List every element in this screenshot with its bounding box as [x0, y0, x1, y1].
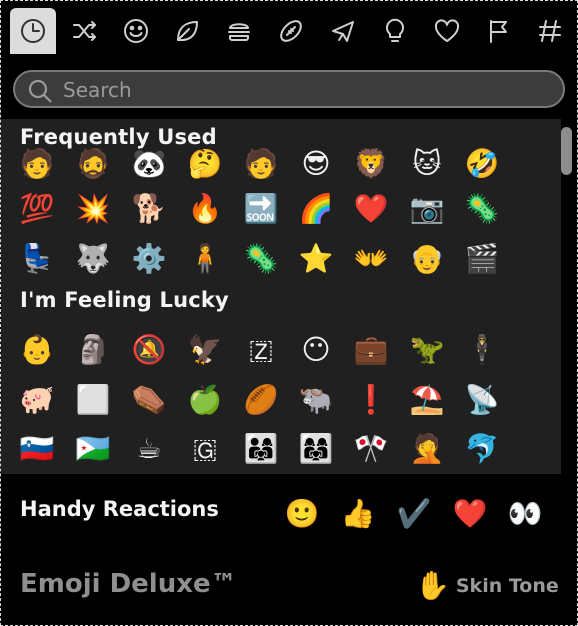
- scrollbar-thumb[interactable]: [561, 127, 572, 175]
- emoji-cat-face[interactable]: 🐱: [410, 147, 444, 181]
- emoji-eagle[interactable]: 🦅: [188, 333, 223, 367]
- brand-name: Emoji Deluxe™: [20, 569, 237, 599]
- emoji-custom-photo[interactable]: 📷: [410, 192, 445, 226]
- emoji-gear-parrot[interactable]: ⚙️: [132, 242, 167, 276]
- emoji-scrabble-g[interactable]: 🇬: [188, 432, 222, 466]
- category-tabs: [1, 1, 577, 59]
- section-title-frequent: Frequently Used: [20, 125, 217, 149]
- emoji-briefcase[interactable]: 💼: [354, 333, 389, 367]
- tab-activity[interactable]: [268, 8, 314, 54]
- emoji-flag-djibouti[interactable]: 🇩🇯: [76, 432, 111, 466]
- emoji-crossed-flags[interactable]: 🎌: [354, 432, 389, 466]
- search-icon: [28, 79, 52, 103]
- tab-flags[interactable]: [476, 8, 522, 54]
- emoji-scrabble-z[interactable]: 🇿: [244, 333, 278, 367]
- tab-travel[interactable]: [320, 8, 366, 54]
- emoji-picker: Frequently Used I'm Feeling Lucky 🧑 🧔 🐼 🤔 🧑 😎…: [0, 0, 578, 626]
- leaf-icon: [177, 21, 198, 42]
- emoji-fire[interactable]: 🔥: [188, 192, 223, 226]
- emoji-custom-man[interactable]: 🧍: [188, 242, 223, 276]
- emoji-water-buffalo[interactable]: 🐃: [299, 383, 334, 417]
- tab-nature[interactable]: [164, 8, 210, 54]
- emoji-panda-face[interactable]: 🐼: [132, 147, 167, 181]
- skin-tone-label: Skin Tone: [455, 574, 559, 597]
- emoji-soon-arrow[interactable]: 🔜: [244, 192, 279, 226]
- emoji-man-in-suit[interactable]: 🕴️: [465, 333, 500, 367]
- emoji-hundred-points[interactable]: 💯: [20, 192, 55, 226]
- emoji-boom-sticker[interactable]: 💥: [76, 192, 111, 226]
- emoji-pig[interactable]: 🐖: [20, 383, 55, 417]
- emoji-t-rex[interactable]: 🦖: [410, 333, 445, 367]
- emoji-exclamation-mark[interactable]: ❗: [354, 383, 389, 417]
- emoji-custom-sparkle[interactable]: 🌈: [299, 192, 334, 226]
- emoji-baby-face[interactable]: 👶: [20, 333, 55, 367]
- emoji-sign-language[interactable]: 👐: [354, 242, 389, 276]
- heart-icon: [434, 19, 460, 42]
- emoji-coffin[interactable]: ⚰️: [132, 383, 167, 417]
- emoji-facepalm-person[interactable]: 🤦: [410, 432, 445, 466]
- emoji-custom-face-4[interactable]: 😎: [299, 147, 333, 181]
- clock-icon: [21, 19, 45, 43]
- emoji-dolphin[interactable]: 🐬: [465, 432, 500, 466]
- emoji-custom-face-3[interactable]: 🧑: [244, 147, 279, 181]
- emoji-red-heart[interactable]: ❤️: [354, 192, 389, 226]
- airplane-icon: [332, 21, 354, 42]
- section-title-lucky: I'm Feeling Lucky: [20, 288, 229, 312]
- reaction-check-mark[interactable]: ✔️: [396, 495, 432, 531]
- emoji-beach-umbrella[interactable]: ⛱️: [410, 383, 445, 417]
- tab-objects[interactable]: [372, 8, 418, 54]
- shuffle-icon: [73, 21, 96, 41]
- tab-custom[interactable]: [527, 8, 573, 54]
- emoji-green-apple[interactable]: 🍏: [188, 383, 223, 417]
- emoji-rugby-ball[interactable]: 🏉: [244, 383, 279, 417]
- flag-icon: [490, 20, 507, 43]
- tab-recent[interactable]: [10, 8, 56, 54]
- reaction-red-heart[interactable]: ❤️: [452, 495, 488, 531]
- reaction-thumbs-up[interactable]: 👍: [340, 495, 376, 531]
- emoji-custom-face-5[interactable]: 🦁: [354, 147, 389, 181]
- emoji-blue-chair[interactable]: 💺: [20, 242, 55, 276]
- raised-hand-icon: ✋: [415, 569, 450, 602]
- skin-tone-button[interactable]: ✋ Skin Tone: [415, 569, 559, 602]
- emoji-custom-dog[interactable]: 🐕: [132, 192, 167, 226]
- footer-area: Handy Reactions 🙂 👍 ✔️ ❤️ 👀 Emoji Deluxe™ ✋ …: [1, 479, 577, 625]
- emoji-rolling-laughing-face[interactable]: 🤣: [465, 147, 500, 181]
- emoji-family-women[interactable]: 👩‍👩‍👧: [299, 432, 334, 466]
- burger-icon: [228, 23, 250, 41]
- smiley-icon: [124, 19, 148, 43]
- emoji-custom-face-6[interactable]: 👴: [410, 242, 445, 276]
- emoji-custom-face-2[interactable]: 🧔: [76, 147, 111, 181]
- emoji-patrick-star[interactable]: ⭐: [299, 242, 334, 276]
- emoji-custom-face-1[interactable]: 🧑: [20, 147, 55, 181]
- tab-smileys[interactable]: [113, 8, 159, 54]
- emoji-moai-figure[interactable]: 🗿: [76, 333, 111, 367]
- scrollbar-track[interactable]: [561, 123, 573, 473]
- search-bar: [13, 70, 565, 108]
- emoji-list: Frequently Used I'm Feeling Lucky 🧑 🧔 🐼 🤔 🧑 😎…: [1, 119, 561, 474]
- emoji-white-square[interactable]: ⬜: [76, 383, 111, 417]
- emoji-custom-meeting[interactable]: 🎬: [465, 242, 500, 276]
- emoji-party-blob[interactable]: 🦠: [465, 192, 500, 226]
- emoji-custom-dog-face[interactable]: 🐺: [76, 242, 111, 276]
- emoji-party-blob[interactable]: 🦠: [244, 242, 279, 276]
- emoji-dreadlocks-face[interactable]: 😶: [299, 333, 333, 367]
- reaction-slightly-smiling-face[interactable]: 🙂: [284, 495, 320, 531]
- tab-food[interactable]: [216, 8, 262, 54]
- reaction-eyes[interactable]: 👀: [507, 495, 543, 531]
- emoji-thinking-face[interactable]: 🤔: [188, 147, 223, 181]
- emoji-no-bell[interactable]: 🔕: [132, 333, 167, 367]
- football-icon: [280, 20, 302, 42]
- tab-shuffle[interactable]: [62, 8, 108, 54]
- lightbulb-icon: [386, 18, 404, 42]
- handy-reactions-title: Handy Reactions: [20, 497, 219, 521]
- search-input[interactable]: [61, 75, 545, 105]
- emoji-satellite-antenna[interactable]: 📡: [465, 383, 500, 417]
- tab-symbols[interactable]: [424, 8, 470, 54]
- slack-icon: [539, 20, 561, 42]
- emoji-hot-beverage[interactable]: ☕: [132, 432, 166, 466]
- emoji-flag-slovenia[interactable]: 🇸🇮: [20, 432, 55, 466]
- emoji-family[interactable]: 👨‍👩‍👧: [244, 432, 279, 466]
